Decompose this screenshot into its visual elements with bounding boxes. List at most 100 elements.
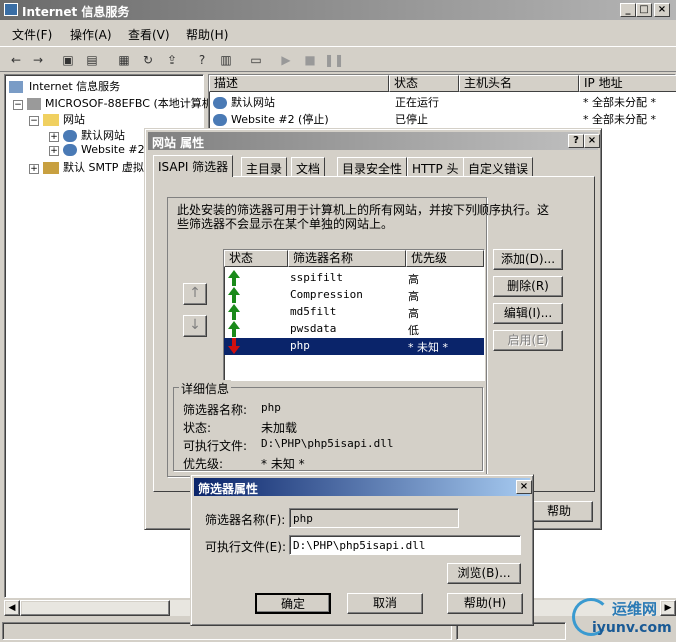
scroll-left-icon[interactable]: ◀ xyxy=(4,600,20,616)
show-tree-icon[interactable]: ▤ xyxy=(82,51,102,69)
watermark: 运维网 iyunv.com xyxy=(572,596,672,640)
filter-row[interactable]: md5filt 高 xyxy=(224,304,484,320)
globe-icon xyxy=(213,114,227,126)
filter-col-priority[interactable]: 优先级 xyxy=(406,250,484,267)
add-filter-button[interactable]: 添加(D)... xyxy=(493,249,563,270)
col-ip[interactable]: IP 地址 xyxy=(579,75,676,92)
filter-col-name[interactable]: 筛选器名称 xyxy=(288,250,406,267)
filter-name: Compression xyxy=(290,288,363,301)
tree-root[interactable]: Internet 信息服务 xyxy=(9,78,120,94)
computer-icon[interactable]: ▭ xyxy=(246,51,266,69)
collapse-icon[interactable]: − xyxy=(29,116,39,126)
detail-exe-value: D:\PHP\php5isapi.dll xyxy=(261,437,394,450)
detail-priority-value: * 未知 * xyxy=(261,457,305,471)
globe-icon xyxy=(63,130,77,142)
filter-name-field[interactable]: php xyxy=(289,508,459,528)
tab-directory-security[interactable]: 目录安全性 xyxy=(337,157,408,177)
tab-isapi-filters[interactable]: ISAPI 筛选器 xyxy=(153,155,234,177)
tree-default-site[interactable]: + 默认网站 xyxy=(49,127,125,143)
properties-close-button[interactable]: × xyxy=(584,134,600,148)
minimize-button[interactable]: _ xyxy=(620,3,636,17)
row-desc: 默认网站 xyxy=(231,96,275,109)
toolbar: ← → ▣ ▤ ▦ ↻ ⇪ ? ▥ ▭ ▶ ■ ❚❚ xyxy=(0,46,676,72)
filter-row[interactable]: pwsdata 低 xyxy=(224,321,484,337)
filter-row[interactable]: sspifilt 高 xyxy=(224,270,484,286)
list-row[interactable]: Website #2 (停止) xyxy=(213,111,329,127)
filter-dialog-close-button[interactable]: × xyxy=(516,480,532,494)
tree-website2[interactable]: + Website #2 xyxy=(49,143,145,156)
filter-priority: 低 xyxy=(408,324,419,337)
loaded-arrow-stem xyxy=(232,328,236,337)
expand-icon[interactable]: + xyxy=(49,132,59,142)
tree-computer-label: MICROSOF-88EFBC (本地计算机 xyxy=(45,97,213,110)
close-button[interactable]: × xyxy=(654,3,670,17)
row-desc: Website #2 (停止) xyxy=(231,113,329,126)
folder-icon xyxy=(43,114,59,126)
app-title: Internet 信息服务 xyxy=(22,5,130,19)
loaded-arrow-stem xyxy=(232,294,236,303)
col-status[interactable]: 状态 xyxy=(389,75,459,92)
play-icon[interactable]: ▶ xyxy=(276,51,296,69)
menu-help[interactable]: 帮助(H) xyxy=(186,26,228,43)
forward-icon[interactable]: → xyxy=(28,51,48,69)
properties-help-button[interactable]: 帮助 xyxy=(525,501,593,522)
tree-sites[interactable]: − 网站 xyxy=(29,111,85,127)
console-icon[interactable]: ▥ xyxy=(216,51,236,69)
exe-path-field[interactable]: D:\PHP\php5isapi.dll xyxy=(289,535,521,555)
row-ip: * 全部未分配 * xyxy=(583,113,656,126)
loaded-arrow-stem xyxy=(232,311,236,320)
tree-computer[interactable]: − MICROSOF-88EFBC (本地计算机 xyxy=(13,95,213,111)
refresh-icon[interactable]: ↻ xyxy=(138,51,158,69)
menu-view[interactable]: 查看(V) xyxy=(128,26,170,43)
properties-title: 网站 属性 xyxy=(152,136,205,150)
filter-col-status[interactable]: 状态 xyxy=(224,250,288,267)
enable-filter-button[interactable]: 启用(E) xyxy=(493,330,563,351)
list-row[interactable]: 默认网站 xyxy=(213,94,275,110)
tree-default-site-label: 默认网站 xyxy=(81,129,125,142)
filter-row[interactable]: Compression 高 xyxy=(224,287,484,303)
watermark-text-cn: 运维网 xyxy=(612,600,658,618)
tab-documents[interactable]: 文档 xyxy=(291,157,326,177)
properties-titlebar: 网站 属性 ? × xyxy=(148,132,600,150)
help-question-button[interactable]: ? xyxy=(568,134,584,148)
expand-icon[interactable]: + xyxy=(29,164,39,174)
up-folder-icon[interactable]: ▣ xyxy=(58,51,78,69)
details-group-label: 详细信息 xyxy=(179,380,232,397)
cancel-button[interactable]: 取消 xyxy=(347,593,423,614)
iis-icon xyxy=(9,81,23,93)
filter-name: pwsdata xyxy=(290,322,337,335)
tab-home-directory[interactable]: 主目录 xyxy=(241,157,288,177)
tree-smtp[interactable]: + 默认 SMTP 虚拟 xyxy=(29,159,144,175)
col-desc[interactable]: 描述 xyxy=(209,75,389,92)
delete-filter-button[interactable]: 删除(R) xyxy=(493,276,563,297)
col-host[interactable]: 主机头名 xyxy=(459,75,579,92)
filter-properties-dialog: 筛选器属性 × 筛选器名称(F): php 可执行文件(E): D:\PHP\p… xyxy=(190,474,534,626)
filter-priority: 高 xyxy=(408,273,419,286)
help-icon[interactable]: ? xyxy=(192,51,212,69)
filter-dialog-title: 筛选器属性 xyxy=(198,482,259,496)
maximize-button[interactable]: □ xyxy=(636,3,652,17)
stop-icon[interactable]: ■ xyxy=(300,51,320,69)
browse-button[interactable]: 浏览(B)... xyxy=(447,563,521,584)
tab-custom-errors[interactable]: 自定义错误 xyxy=(463,157,534,177)
filter-name-label: 筛选器名称(F): xyxy=(205,513,286,527)
edit-filter-button[interactable]: 编辑(I)... xyxy=(493,303,563,324)
back-icon[interactable]: ← xyxy=(6,51,26,69)
properties-icon[interactable]: ▦ xyxy=(114,51,134,69)
row-ip: * 全部未分配 * xyxy=(583,96,656,109)
tab-http-headers[interactable]: HTTP 头 xyxy=(407,157,464,177)
ok-button[interactable]: 确定 xyxy=(255,593,331,614)
filter-help-button[interactable]: 帮助(H) xyxy=(447,593,523,614)
move-down-button[interactable]: ↓ xyxy=(183,315,207,337)
filter-row-selected[interactable]: php * 未知 * xyxy=(224,338,484,355)
export-icon[interactable]: ⇪ xyxy=(162,51,182,69)
menu-action[interactable]: 操作(A) xyxy=(70,26,112,43)
detail-status-label: 状态: xyxy=(183,421,212,435)
pause-icon[interactable]: ❚❚ xyxy=(324,51,344,69)
expand-icon[interactable]: + xyxy=(49,146,59,156)
move-up-button[interactable]: ↑ xyxy=(183,283,207,305)
menu-file[interactable]: 文件(F) xyxy=(12,26,52,43)
scroll-thumb[interactable] xyxy=(20,600,170,616)
collapse-icon[interactable]: − xyxy=(13,100,23,110)
exe-label: 可执行文件(E): xyxy=(205,540,286,554)
